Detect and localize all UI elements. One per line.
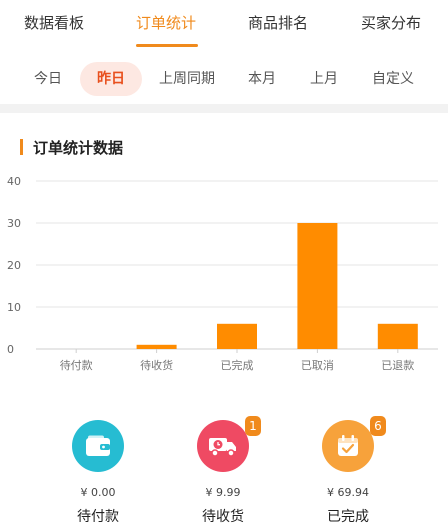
x-tick-label: 待付款 <box>60 358 93 372</box>
filter-last-week[interactable]: 上周同期 <box>150 62 224 96</box>
y-tick-label: 20 <box>7 259 21 272</box>
stat-label: 待付款 <box>77 509 119 525</box>
date-filter-bar: 今日 昨日 上周同期 本月 上月 自定义 <box>0 62 448 96</box>
x-tick-label: 已取消 <box>301 358 334 372</box>
top-tab-bar: 数据看板 订单统计 商品排名 买家分布 <box>0 0 448 50</box>
bar <box>377 323 418 349</box>
wallet-icon <box>72 420 124 472</box>
stat-pending-receipt[interactable]: 1 ¥ 9.99 待收货 <box>168 416 278 526</box>
stat-amount: ¥ 9.99 <box>205 486 241 499</box>
tab-product-ranking[interactable]: 商品排名 <box>248 12 308 33</box>
tab-order-stats[interactable]: 订单统计 <box>136 12 196 33</box>
delivery-truck-icon: 1 <box>197 416 261 472</box>
stat-amount: ¥ 69.94 <box>327 486 369 499</box>
tab-buyer-distribution[interactable]: 买家分布 <box>361 12 421 33</box>
x-tick-label: 已完成 <box>221 358 254 372</box>
y-tick-label: 40 <box>7 175 21 188</box>
stat-completed[interactable]: 6 ¥ 69.94 已完成 <box>293 416 403 526</box>
count-badge: 6 <box>370 416 386 436</box>
x-tick-label: 待收货 <box>140 358 173 372</box>
tab-data-dashboard[interactable]: 数据看板 <box>24 12 84 33</box>
section-divider <box>0 104 448 113</box>
stat-amount: ¥ 0.00 <box>80 486 116 499</box>
bar <box>297 223 338 349</box>
section-title: 订单统计数据 <box>33 138 124 157</box>
filter-custom[interactable]: 自定义 <box>362 62 424 96</box>
y-tick-label: 10 <box>7 301 21 314</box>
order-stats-bar-chart: 0 10 20 30 40 待付款 待收货 已完成 已取消 已退款 <box>7 175 438 372</box>
x-tick-label: 已退款 <box>381 358 414 372</box>
active-tab-indicator <box>136 44 198 47</box>
count-badge: 1 <box>245 416 261 436</box>
title-accent-bar <box>20 139 23 155</box>
stat-label: 待收货 <box>202 509 244 525</box>
filter-last-month[interactable]: 上月 <box>298 62 350 96</box>
filter-this-month[interactable]: 本月 <box>236 62 288 96</box>
calendar-check-icon: 6 <box>322 416 386 472</box>
filter-yesterday[interactable]: 昨日 <box>80 62 142 96</box>
stat-pending-payment[interactable]: ¥ 0.00 待付款 <box>43 420 153 526</box>
filter-today[interactable]: 今日 <box>22 62 74 96</box>
stat-label: 已完成 <box>327 509 369 525</box>
y-tick-label: 30 <box>7 217 21 230</box>
bar <box>136 344 177 349</box>
bar <box>217 323 257 349</box>
section-header: 订单统计数据 <box>20 138 124 157</box>
y-tick-label: 0 <box>7 343 14 356</box>
